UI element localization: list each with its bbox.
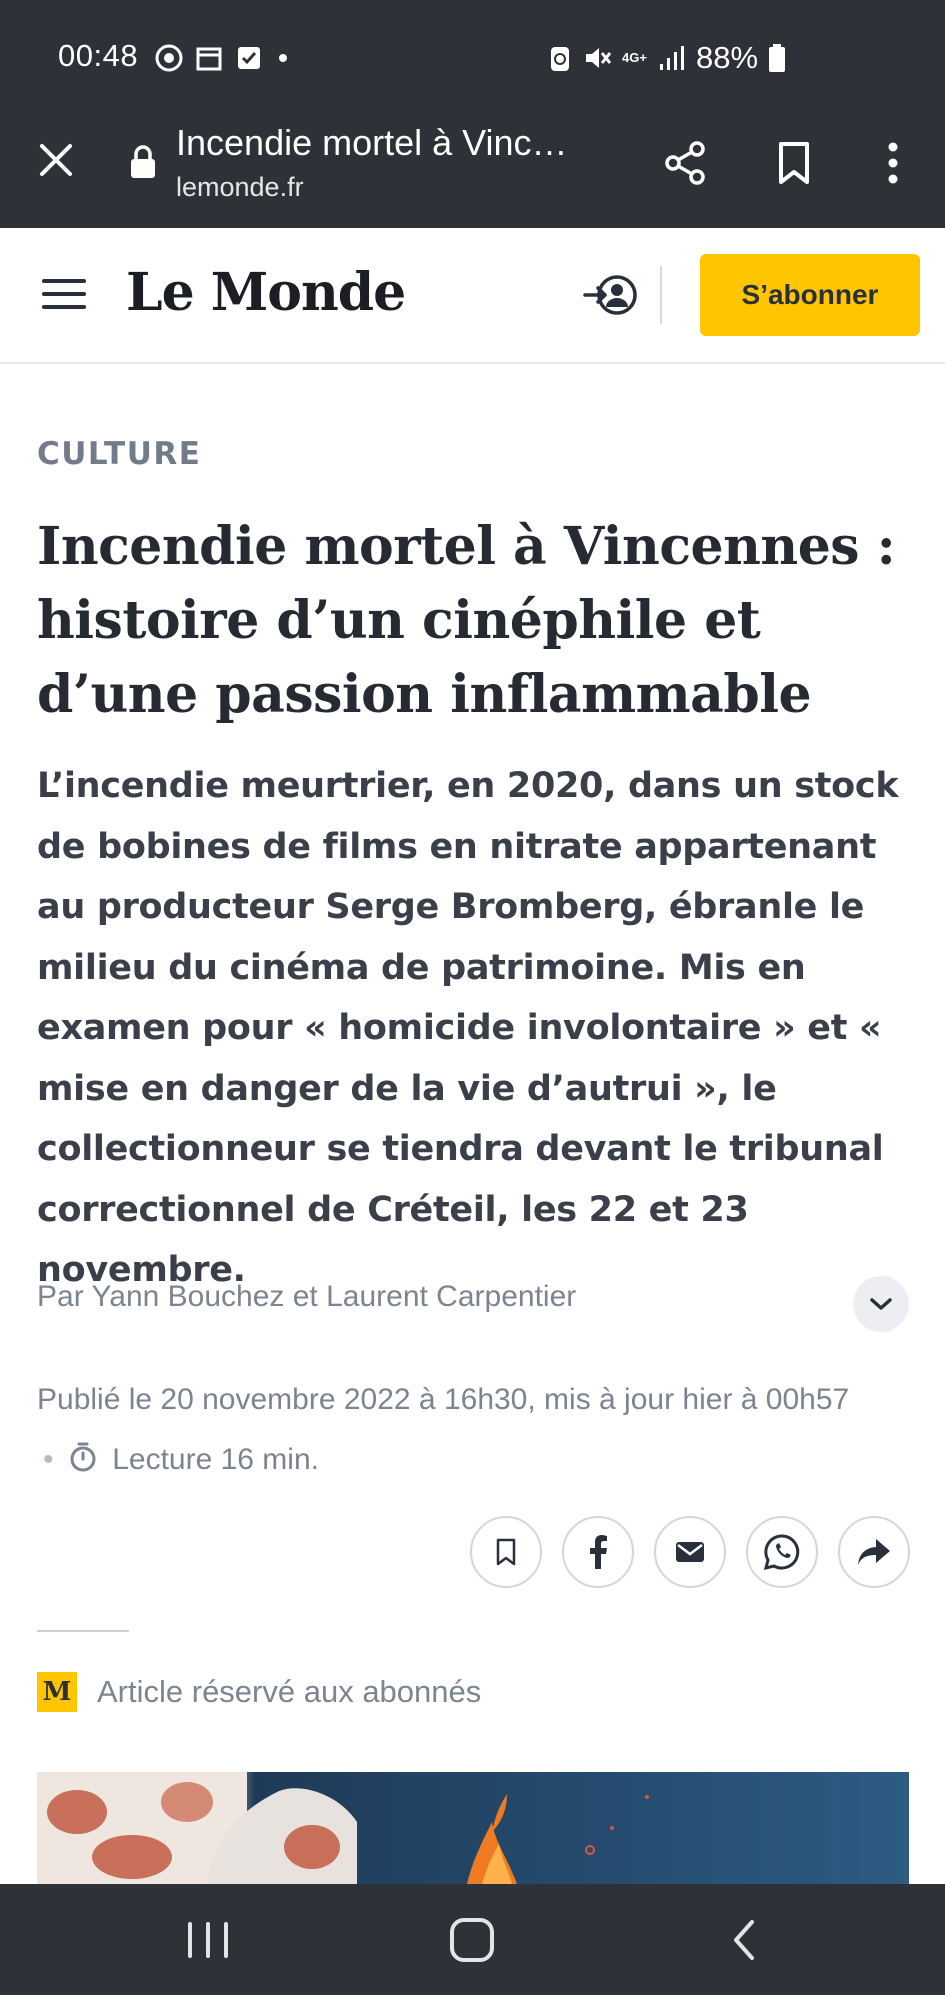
close-icon [40, 144, 72, 176]
status-icons-left [155, 44, 291, 72]
whatsapp-icon [763, 1534, 800, 1571]
network-4g-icon: 4G+ [622, 50, 647, 65]
illustration-art [37, 1772, 649, 1884]
bookmark-button[interactable] [767, 136, 821, 190]
system-navigation-bar [0, 1884, 945, 1995]
recents-button[interactable] [180, 1918, 236, 1962]
article-dates: Publié le 20 novembre 2022 à 16h30, mis … [37, 1370, 877, 1490]
recents-line [224, 1922, 228, 1958]
back-button[interactable] [720, 1916, 768, 1964]
subscriber-badge-icon: M [37, 1672, 77, 1712]
section-divider [37, 1630, 129, 1632]
share-email-button[interactable] [654, 1516, 726, 1588]
home-button[interactable] [450, 1918, 494, 1962]
battery-icon [769, 44, 786, 72]
subscribe-button[interactable]: S’abonner [700, 254, 920, 336]
battery-percent: 88% [696, 40, 759, 75]
more-vertical-icon [888, 142, 898, 184]
article-rubric[interactable]: CULTURE [37, 436, 201, 472]
calendar-icon [196, 47, 222, 71]
recycle-icon [551, 47, 569, 71]
status-bar: 00:48 4G+ 88% [0, 0, 945, 100]
hamburger-line [42, 305, 86, 309]
bookmark-icon [779, 142, 809, 184]
le-monde-logo[interactable]: Le Monde [126, 262, 406, 323]
share-toolbar [470, 1516, 910, 1588]
share-whatsapp-button[interactable] [746, 1516, 818, 1588]
hamburger-menu-button[interactable] [38, 272, 90, 316]
recents-line [188, 1922, 192, 1958]
reading-time: Lecture 16 min. [112, 1443, 319, 1476]
checkbox-icon [238, 47, 260, 69]
status-time: 00:48 [58, 38, 139, 73]
bookmark-icon [496, 1538, 516, 1566]
overflow-menu-button[interactable] [868, 136, 918, 190]
chrome-icon [155, 44, 183, 72]
subscriber-notice-label: Article réservé aux abonnés [97, 1674, 482, 1709]
chevron-down-icon [870, 1298, 892, 1310]
lock-icon [131, 145, 155, 178]
page-title[interactable]: Incendie mortel à Vinc… [176, 122, 568, 164]
article-headline: Incendie mortel à Vincennes : histoire d… [37, 516, 896, 725]
header-divider [660, 266, 662, 324]
close-tab-button[interactable] [30, 134, 82, 186]
facebook-icon [590, 1535, 607, 1569]
site-header: Le Monde S’abonner [0, 228, 945, 364]
article-byline: Par Yann Bouchez et Laurent Carpentier [37, 1280, 577, 1313]
article-illustration [37, 1772, 909, 1884]
share-button[interactable] [658, 136, 712, 190]
timer-icon [70, 1442, 96, 1472]
mute-icon [586, 48, 612, 68]
meta-separator: • [43, 1443, 54, 1476]
article-standfirst: L’incendie meurtrier, en 2020, dans un s… [37, 766, 899, 1290]
forward-arrow-icon [858, 1539, 890, 1565]
hamburger-line [42, 292, 86, 296]
browser-toolbar: Incendie mortel à Vinc… lemonde.fr [0, 100, 945, 228]
login-button[interactable] [582, 266, 640, 324]
page-domain[interactable]: lemonde.fr [176, 172, 304, 203]
byline-expand-button[interactable] [853, 1276, 909, 1332]
publication-date: Publié le 20 novembre 2022 à 16h30, mis … [37, 1383, 850, 1416]
share-facebook-button[interactable] [562, 1516, 634, 1588]
save-article-button[interactable] [470, 1516, 542, 1588]
dot-icon [279, 54, 287, 62]
email-icon [676, 1542, 704, 1562]
back-chevron-icon [734, 1920, 754, 1960]
subscriber-notice: M Article réservé aux abonnés [37, 1672, 481, 1712]
recents-line [206, 1922, 210, 1958]
status-icons-right: 4G+ 88% [548, 40, 786, 76]
hamburger-line [42, 279, 86, 283]
signal-icon [660, 46, 684, 70]
login-user-icon [583, 275, 637, 315]
share-icon [665, 141, 705, 185]
share-more-button[interactable] [838, 1516, 910, 1588]
